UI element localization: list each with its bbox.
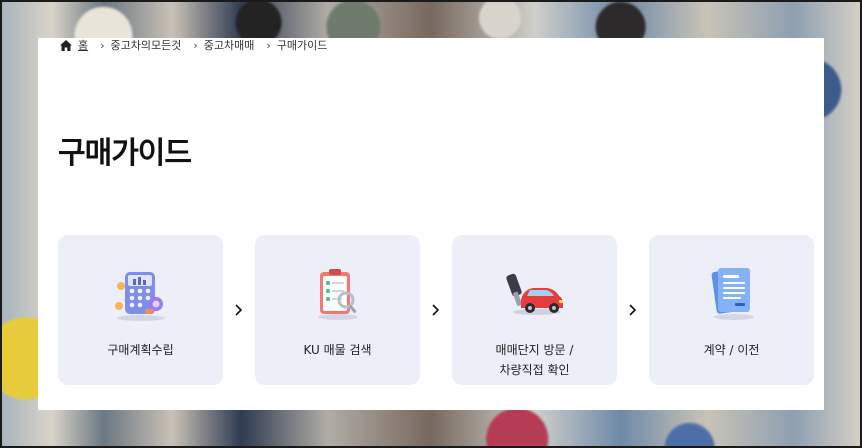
step-label-line2: 차량직접 확인 (499, 363, 570, 377)
breadcrumb: 홈 › 중고차의모든것 › 중고차매매 › 구매가이드 (60, 38, 339, 52)
breadcrumb-item-current: 구매가이드 (276, 39, 328, 52)
breadcrumb-home-link[interactable]: 홈 (78, 37, 88, 53)
step-label: 매매단지 방문 / 차량직접 확인 (452, 340, 617, 380)
calculator-icon (109, 260, 173, 324)
document-icon (700, 260, 764, 324)
step-contract-transfer[interactable]: 계약 / 이전 (649, 235, 814, 385)
step-label: KU 매물 검색 (303, 343, 372, 357)
step-label: 계약 / 이전 (703, 343, 760, 357)
content-card: 홈 › 중고차의모든것 › 중고차매매 › 구매가이드 구매가이드 구매계획수립… (38, 38, 824, 410)
chevron-right-icon: › (266, 38, 271, 52)
step-label: 구매계획수립 (107, 343, 174, 357)
home-icon[interactable] (60, 39, 72, 51)
chevron-right-icon (223, 235, 255, 385)
page-title: 구매가이드 (58, 136, 192, 171)
breadcrumb-item-used-car-trade[interactable]: 중고차매매 (204, 37, 255, 53)
checklist-search-icon (306, 260, 370, 324)
chevron-right-icon (420, 235, 452, 385)
chevron-right-icon: › (100, 38, 105, 52)
purchase-steps: 구매계획수립 KU 매물 검색 매매단지 방문 / 차량직접 확인 계약 / 이… (58, 235, 814, 385)
step-ku-listing-search[interactable]: KU 매물 검색 (255, 235, 420, 385)
car-key-icon (503, 260, 567, 324)
step-visit-complex[interactable]: 매매단지 방문 / 차량직접 확인 (452, 235, 617, 385)
chevron-right-icon (617, 235, 649, 385)
step-purchase-plan[interactable]: 구매계획수립 (58, 235, 223, 385)
step-label-line1: 매매단지 방문 / (495, 343, 574, 357)
chevron-right-icon: › (193, 38, 198, 52)
breadcrumb-item-used-car-all[interactable]: 중고차의모든것 (111, 37, 182, 53)
